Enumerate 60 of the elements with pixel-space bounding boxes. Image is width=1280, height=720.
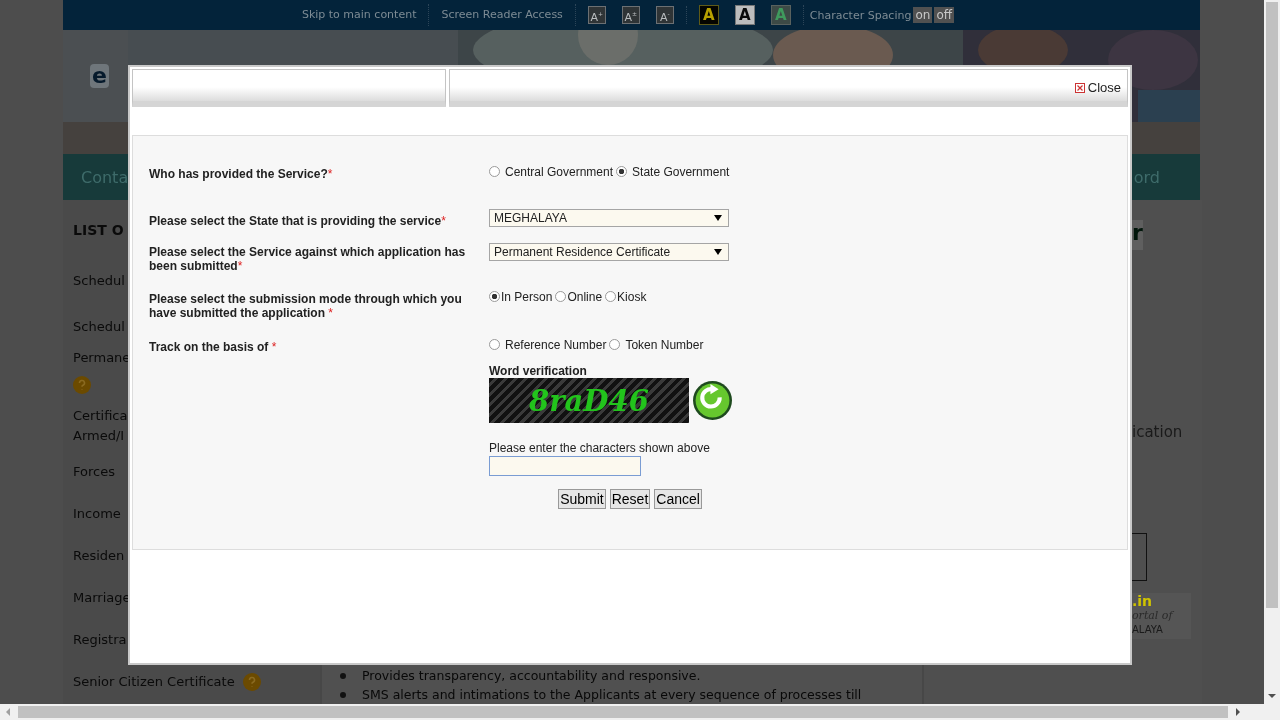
top-link[interactable]: Skip to main content: [289, 4, 430, 26]
font-size-button[interactable]: A$^{±}$: [621, 6, 640, 24]
scroll-right-icon[interactable]: [1234, 708, 1242, 716]
refresh-icon[interactable]: [692, 380, 733, 421]
captcha-input-field[interactable]: [489, 456, 641, 476]
radio-button[interactable]: [489, 166, 500, 177]
radio-label[interactable]: State Government: [632, 164, 730, 179]
logo-text: .in: [1132, 593, 1153, 609]
sidebar-heading: LIST O: [73, 221, 124, 240]
captcha-image: 8raD46: [489, 378, 689, 423]
caret-icon: [714, 214, 722, 222]
radio-label[interactable]: Token Number: [625, 337, 704, 352]
dropdown[interactable]: Permanent Residence Certificate: [489, 243, 729, 261]
field-label: Please select the submission mode through which you have submitted the application *: [148, 291, 463, 322]
close-button[interactable]: Close: [1074, 80, 1121, 95]
spacing-button[interactable]: off: [934, 7, 954, 23]
radio-label[interactable]: In Person: [501, 289, 553, 304]
help-icon[interactable]: [73, 376, 91, 394]
radio-button[interactable]: [616, 166, 628, 177]
horizontal-scrollbar[interactable]: [0, 704, 1264, 720]
radio-label[interactable]: Central Government: [505, 164, 614, 179]
radio-label[interactable]: Reference Number: [505, 337, 607, 352]
bullet-icon: [340, 691, 346, 698]
top-link[interactable]: Screen Reader Access: [429, 4, 576, 26]
field-label: Please select the State that is providing the service*: [148, 213, 447, 230]
form-button[interactable]: Reset: [609, 489, 651, 509]
dropdown[interactable]: MEGHALAYA: [489, 209, 729, 227]
radio-button[interactable]: [555, 291, 567, 302]
logo-letter: e: [90, 64, 109, 88]
radio-button[interactable]: [605, 291, 617, 302]
input-label: Please enter the characters shown above: [489, 441, 710, 455]
close-icon: [1074, 82, 1085, 93]
scroll-left-icon[interactable]: [4, 708, 12, 716]
radio-button[interactable]: [489, 291, 500, 302]
logo-text: ALAYA: [1132, 623, 1163, 637]
field-label: Who has provided the Service?*: [148, 166, 334, 183]
character-spacing-label: Character Spacing: [808, 8, 912, 22]
help-icon[interactable]: [242, 673, 261, 691]
radio-label[interactable]: Online: [567, 289, 603, 304]
vertical-scrollbar[interactable]: [1264, 0, 1280, 704]
radio-button[interactable]: [489, 339, 500, 350]
form-button[interactable]: Cancel: [654, 489, 702, 509]
font-size-button[interactable]: A$^{+}$: [587, 6, 606, 24]
radio-label[interactable]: Kiosk: [617, 289, 647, 304]
font-size-button[interactable]: A$^{-}$: [655, 6, 674, 24]
field-label: Track on the basis of *: [148, 339, 278, 356]
bullet-text: SMS alerts and intimations to the Applicants at every sequence of processes till: [362, 686, 862, 704]
captcha-label: Word verification: [489, 364, 587, 378]
spacing-button[interactable]: on: [913, 7, 933, 23]
radio-button[interactable]: [609, 339, 621, 350]
form-button[interactable]: Submit: [558, 489, 606, 509]
bullet-text: Provides transparency, accountability and responsive.: [362, 667, 701, 685]
contrast-button[interactable]: A: [698, 5, 719, 25]
contrast-button[interactable]: A: [770, 5, 791, 25]
caret-icon: [714, 248, 722, 256]
scroll-down-icon[interactable]: [1268, 692, 1276, 700]
bullet-icon: [340, 672, 346, 679]
contrast-button[interactable]: A: [734, 5, 755, 25]
field-label: Please select the Service against which application has been submitted*: [148, 244, 467, 275]
section-heading: r: [1132, 220, 1143, 250]
